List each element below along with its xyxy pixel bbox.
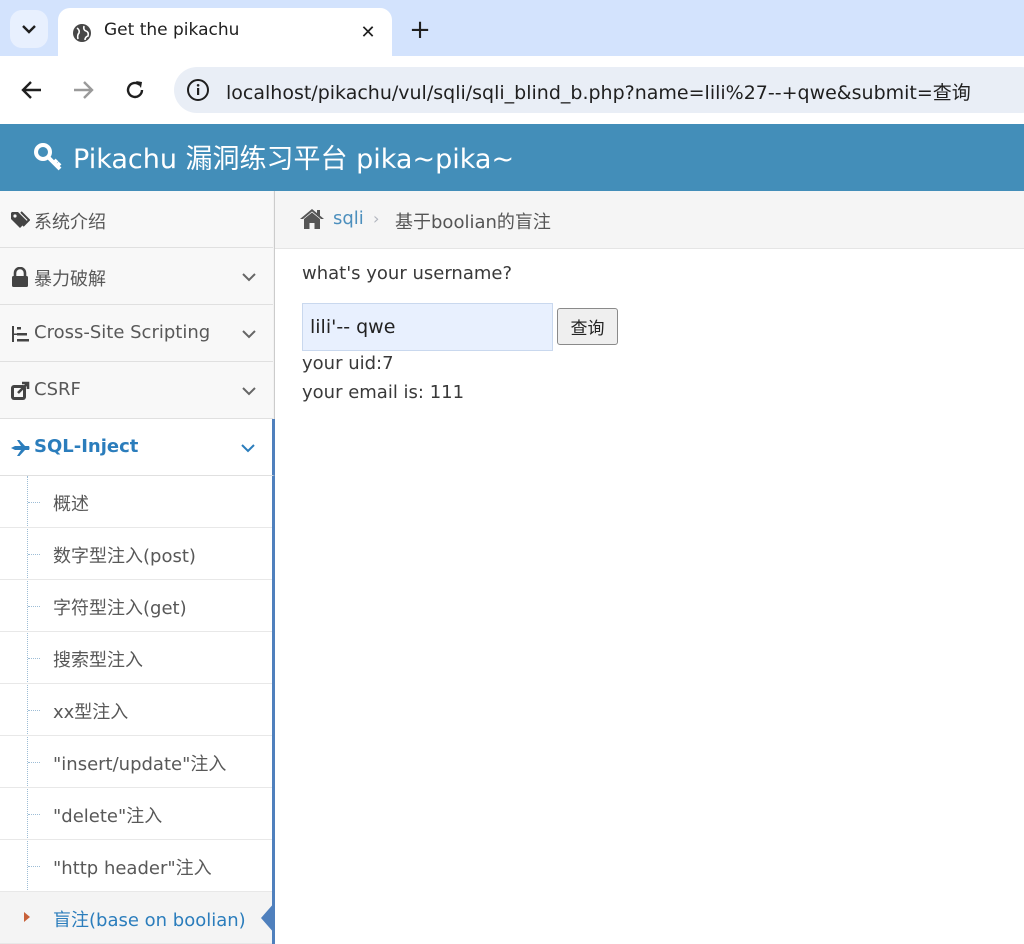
result-email: your email is: 111 <box>302 382 465 403</box>
tab-list-chevron-icon[interactable] <box>10 10 48 48</box>
submenu-item-blind-boolean[interactable]: 盲注(base on boolian) <box>0 892 275 944</box>
sqli-submenu: 概述 数字型注入(post) 字符型注入(get) 搜索型注入 xx型注入 "i… <box>0 476 275 944</box>
submenu-item-label: 概述 <box>53 494 89 515</box>
plane-icon <box>11 440 30 456</box>
url-text: localhost/pikachu/vul/sqli/sqli_blind_b.… <box>226 82 971 104</box>
active-pointer <box>261 902 275 934</box>
submenu-item-search[interactable]: 搜索型注入 <box>0 632 272 684</box>
caret-right-icon <box>24 912 30 922</box>
chevron-right-icon: › <box>373 209 380 228</box>
sidebar-item-label: SQL-Inject <box>34 436 139 457</box>
submenu-item-http-header[interactable]: "http header"注入 <box>0 840 272 892</box>
submenu-item-string-get[interactable]: 字符型注入(get) <box>0 580 272 632</box>
sidebar-item-label: Cross-Site Scripting <box>34 322 211 343</box>
submenu-item-label: xx型注入 <box>53 702 129 723</box>
submenu-item-xx[interactable]: xx型注入 <box>0 684 272 736</box>
submenu-item-label: 搜索型注入 <box>53 650 143 671</box>
submenu-item-insert-update[interactable]: "insert/update"注入 <box>0 736 272 788</box>
submenu-item-label: 盲注(base on boolian) <box>53 910 246 931</box>
sidebar-item-xss[interactable]: Cross-Site Scripting <box>0 305 273 362</box>
username-input[interactable] <box>302 303 553 351</box>
home-icon[interactable] <box>299 208 325 230</box>
query-button[interactable]: 查询 <box>557 308 618 345</box>
back-arrow-icon[interactable] <box>14 72 50 108</box>
submenu-item-label: "insert/update"注入 <box>53 754 227 775</box>
submenu-item-numeric-post[interactable]: 数字型注入(post) <box>0 528 272 580</box>
username-prompt: what's your username? <box>302 263 513 284</box>
submenu-item-delete[interactable]: "delete"注入 <box>0 788 272 840</box>
sidebar-item-label: 暴力破解 <box>34 269 106 290</box>
sidebar-item-csrf[interactable]: CSRF <box>0 362 273 419</box>
breadcrumb-link-sqli[interactable]: sqli <box>333 208 364 229</box>
submenu-item-label: 数字型注入(post) <box>53 546 196 567</box>
chevron-down-icon <box>242 273 256 282</box>
tab-close-icon[interactable]: ✕ <box>356 20 380 44</box>
forward-arrow-icon[interactable] <box>65 72 101 108</box>
sidebar-item-label: 系统介绍 <box>34 212 106 233</box>
submenu-item-label: "delete"注入 <box>53 806 163 827</box>
key-icon <box>34 143 62 171</box>
globe-icon <box>73 24 91 42</box>
result-uid: your uid:7 <box>302 353 394 374</box>
sidebar: 系统介绍 暴力破解 Cross-Site Scripting CSRF SQL-… <box>0 191 275 944</box>
submenu-item-label: "http header"注入 <box>53 858 212 879</box>
chevron-down-icon <box>242 387 256 396</box>
browser-tab-strip: Get the pikachu ✕ + <box>0 0 1024 56</box>
submenu-item-overview[interactable]: 概述 <box>0 476 272 528</box>
tags-icon <box>11 211 30 228</box>
site-brand: Pikachu 漏洞练习平台 pika~pika~ <box>73 144 515 175</box>
breadcrumb-current: 基于boolian的盲注 <box>395 212 551 233</box>
site-header: Pikachu 漏洞练习平台 pika~pika~ <box>0 124 1024 191</box>
lock-icon <box>12 267 28 287</box>
browser-tab[interactable]: Get the pikachu ✕ <box>58 8 392 56</box>
breadcrumb: sqli › 基于boolian的盲注 <box>275 191 1024 249</box>
sidebar-item-label: CSRF <box>34 379 81 400</box>
chevron-down-icon <box>242 330 256 339</box>
chevron-down-icon <box>241 444 255 453</box>
share-icon <box>11 381 30 400</box>
submenu-item-label: 字符型注入(get) <box>53 598 187 619</box>
browser-toolbar: localhost/pikachu/vul/sqli/sqli_blind_b.… <box>0 56 1024 124</box>
address-bar[interactable]: localhost/pikachu/vul/sqli/sqli_blind_b.… <box>174 67 1024 113</box>
list-icon <box>12 326 29 342</box>
sidebar-item-sqli[interactable]: SQL-Inject <box>0 419 275 476</box>
tab-title: Get the pikachu <box>104 20 240 40</box>
sidebar-item-bruteforce[interactable]: 暴力破解 <box>0 248 273 305</box>
sidebar-item-intro[interactable]: 系统介绍 <box>0 191 273 248</box>
new-tab-plus-icon[interactable]: + <box>404 14 436 46</box>
site-info-icon[interactable] <box>186 78 210 102</box>
reload-icon[interactable] <box>117 72 153 108</box>
